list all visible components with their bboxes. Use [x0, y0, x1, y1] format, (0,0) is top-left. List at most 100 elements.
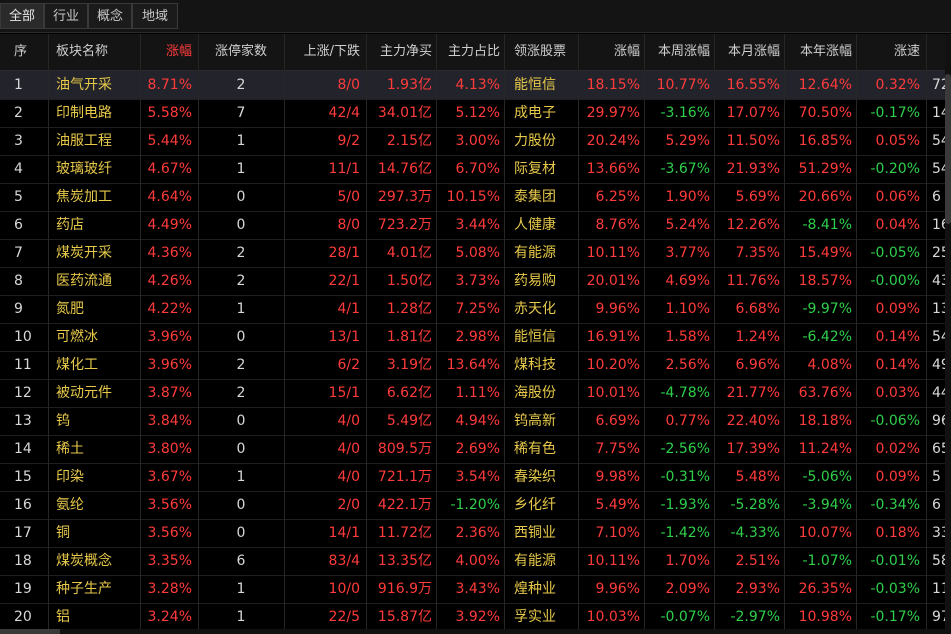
- table-row[interactable]: 1 油气开采 8.71% 2 8/0 1.93亿 4.13% 能恒信 18.15% 10.77% 1…: [0, 71, 951, 100]
- cell-limit-up-count: 2: [236, 77, 246, 93]
- cell-leading-stock[interactable]: 力股份: [504, 127, 578, 155]
- cell-limit-up-count: 6: [236, 553, 246, 569]
- cell-sector-name[interactable]: 钨: [48, 407, 140, 435]
- cell-leading-change: 10.01%: [586, 385, 640, 401]
- table-row[interactable]: 3 油服工程 5.44% 1 9/2 2.15亿 3.00% 力股份 20.24% 5.29% 11…: [0, 127, 951, 156]
- table-row[interactable]: 8 医药流通 4.26% 2 22/1 1.50亿 3.73% 药易购 20.01% 4.69% 1…: [0, 267, 951, 296]
- cell-seq: 11: [14, 357, 32, 373]
- cell-leading-change: 20.01%: [586, 273, 640, 289]
- vertical-scrollbar[interactable]: [945, 34, 951, 634]
- cell-leading-change: 10.11%: [586, 245, 640, 261]
- cell-leading-stock[interactable]: 际复材: [504, 155, 578, 183]
- cell-sector-name[interactable]: 药店: [48, 211, 140, 239]
- cell-leading-change: 9.98%: [595, 469, 640, 485]
- cell-sector-name[interactable]: 煤化工: [48, 351, 140, 379]
- cell-leading-stock[interactable]: 稀有色: [504, 435, 578, 463]
- horizontal-scroll-thumb[interactable]: [0, 629, 60, 634]
- table-row[interactable]: 10 可燃冰 3.96% 0 13/1 1.81亿 2.98% 能恒信 16.91% 1.58% 1…: [0, 323, 951, 352]
- table-row[interactable]: 12 被动元件 3.87% 2 15/1 6.62亿 1.11% 海股份 10.01% -4.78…: [0, 379, 951, 408]
- horizontal-scrollbar[interactable]: [0, 629, 951, 634]
- vertical-scroll-thumb[interactable]: [945, 74, 951, 224]
- cell-sector-name[interactable]: 煤炭开采: [48, 239, 140, 267]
- column-header-main-net-buy[interactable]: 主力净买: [366, 34, 436, 70]
- table-row[interactable]: 18 煤炭概念 3.35% 6 83/4 13.35亿 4.00% 有能源 10.11% 1.70…: [0, 547, 951, 576]
- column-header-seq[interactable]: 序: [0, 34, 48, 70]
- column-divider: [784, 34, 785, 634]
- cell-sector-name[interactable]: 铜: [48, 519, 140, 547]
- cell-leading-stock[interactable]: 钨高新: [504, 407, 578, 435]
- cell-sector-name[interactable]: 油服工程: [48, 127, 140, 155]
- cell-leading-stock[interactable]: 煤科技: [504, 351, 578, 379]
- column-header-up-down-count[interactable]: 上涨/下跌: [284, 34, 366, 70]
- cell-leading-stock[interactable]: 乡化纤: [504, 491, 578, 519]
- table-row[interactable]: 17 铜 3.56% 0 14/1 11.72亿 2.36% 西铜业 7.10% -1.42% -4…: [0, 519, 951, 548]
- column-header-leading-change[interactable]: 涨幅: [578, 34, 644, 70]
- column-header-leading-stock[interactable]: 领涨股票: [504, 34, 578, 70]
- cell-change-pct: 3.28%: [147, 581, 192, 597]
- cell-leading-stock[interactable]: 能恒信: [504, 323, 578, 351]
- cell-sector-name[interactable]: 被动元件: [48, 379, 140, 407]
- table-row[interactable]: 4 玻璃玻纤 4.67% 1 11/1 14.76亿 6.70% 际复材 13.66% -3.67…: [0, 155, 951, 184]
- table-row[interactable]: 16 氨纶 3.56% 0 2/0 422.1万 -1.20% 乡化纤 5.49% -1.93% -…: [0, 491, 951, 520]
- cell-leading-stock[interactable]: 有能源: [504, 547, 578, 575]
- tab-concept[interactable]: 概念: [88, 3, 132, 29]
- table-row[interactable]: 14 稀土 3.80% 0 4/0 809.5万 2.69% 稀有色 7.75% -2.56% 17…: [0, 435, 951, 464]
- cell-leading-stock[interactable]: 能恒信: [504, 71, 578, 99]
- cell-year-change: 4.08%: [807, 357, 852, 373]
- table-row[interactable]: 7 煤炭开采 4.36% 2 28/1 4.01亿 5.08% 有能源 10.11% 3.77% 7…: [0, 239, 951, 268]
- cell-leading-stock[interactable]: 有能源: [504, 239, 578, 267]
- table-row[interactable]: 9 氮肥 4.22% 1 4/1 1.28亿 7.25% 赤天化 9.96% 1.10% 6.68%…: [0, 295, 951, 324]
- table-row[interactable]: 6 药店 4.49% 0 8/0 723.2万 3.44% 人健康 8.76% 5.24% 12.2…: [0, 211, 951, 240]
- cell-sector-name[interactable]: 医药流通: [48, 267, 140, 295]
- tab-all[interactable]: 全部: [0, 3, 44, 29]
- cell-leading-stock[interactable]: 西铜业: [504, 519, 578, 547]
- cell-main-ratio: 5.12%: [455, 105, 500, 121]
- cell-leading-change: 29.97%: [586, 105, 640, 121]
- table-row[interactable]: 19 种子生产 3.28% 1 10/0 916.9万 3.43% 煌种业 9.96% 2.09%…: [0, 575, 951, 604]
- cell-sector-name[interactable]: 可燃冰: [48, 323, 140, 351]
- column-header-speed[interactable]: 涨速: [856, 34, 926, 70]
- table-row[interactable]: 20 铝 3.24% 1 22/5 15.87亿 3.92% 孚实业 10.03% -0.07% -…: [0, 603, 951, 632]
- cell-leading-stock[interactable]: 赤天化: [504, 295, 578, 323]
- cell-month-change: -4.33%: [730, 525, 780, 541]
- table-row[interactable]: 5 焦炭加工 4.64% 0 5/0 297.3万 10.15% 泰集团 6.25% 1.90% 5…: [0, 183, 951, 212]
- cell-sector-name[interactable]: 铝: [48, 603, 140, 631]
- column-header-week-change[interactable]: 本周涨幅: [644, 34, 714, 70]
- tab-industry[interactable]: 行业: [44, 3, 88, 29]
- table-row[interactable]: 15 印染 3.67% 1 4/0 721.1万 3.54% 春染织 9.98% -0.31% 5.…: [0, 463, 951, 492]
- cell-seq: 16: [14, 497, 32, 513]
- cell-main-ratio: 3.54%: [455, 469, 500, 485]
- cell-sector-name[interactable]: 氨纶: [48, 491, 140, 519]
- cell-leading-stock[interactable]: 孚实业: [504, 603, 578, 631]
- column-header-year-change[interactable]: 本年涨幅: [784, 34, 856, 70]
- cell-sector-name[interactable]: 印制电路: [48, 99, 140, 127]
- cell-sector-name[interactable]: 氮肥: [48, 295, 140, 323]
- cell-leading-stock[interactable]: 泰集团: [504, 183, 578, 211]
- cell-leading-stock[interactable]: 煌种业: [504, 575, 578, 603]
- cell-sector-name[interactable]: 油气开采: [48, 71, 140, 99]
- column-header-change-pct[interactable]: 涨幅: [140, 34, 198, 70]
- table-row[interactable]: 2 印制电路 5.58% 7 42/4 34.01亿 5.12% 成电子 29.97% -3.16…: [0, 99, 951, 128]
- tab-region[interactable]: 地域: [132, 3, 178, 29]
- cell-leading-stock[interactable]: 人健康: [504, 211, 578, 239]
- cell-main-net-buy: 1.93亿: [386, 77, 432, 93]
- cell-sector-name[interactable]: 稀土: [48, 435, 140, 463]
- cell-sector-name[interactable]: 玻璃玻纤: [48, 155, 140, 183]
- cell-sector-name[interactable]: 煤炭概念: [48, 547, 140, 575]
- cell-limit-up-count: 1: [236, 609, 246, 625]
- cell-leading-stock[interactable]: 药易购: [504, 267, 578, 295]
- cell-sector-name[interactable]: 焦炭加工: [48, 183, 140, 211]
- cell-speed: 0.14%: [875, 329, 920, 345]
- column-header-main-ratio[interactable]: 主力占比: [436, 34, 504, 70]
- cell-leading-stock[interactable]: 成电子: [504, 99, 578, 127]
- cell-speed: -0.20%: [870, 161, 920, 177]
- cell-leading-stock[interactable]: 春染织: [504, 463, 578, 491]
- table-row[interactable]: 13 钨 3.84% 0 4/0 5.49亿 4.94% 钨高新 6.69% 0.77% 22.40…: [0, 407, 951, 436]
- column-header-limit-up-count[interactable]: 涨停家数: [198, 34, 284, 70]
- column-header-month-change[interactable]: 本月涨幅: [714, 34, 784, 70]
- cell-sector-name[interactable]: 种子生产: [48, 575, 140, 603]
- cell-sector-name[interactable]: 印染: [48, 463, 140, 491]
- cell-leading-stock[interactable]: 海股份: [504, 379, 578, 407]
- table-row[interactable]: 11 煤化工 3.96% 2 6/2 3.19亿 13.64% 煤科技 10.20% 2.56% 6…: [0, 351, 951, 380]
- column-header-sector-name[interactable]: 板块名称: [48, 34, 140, 70]
